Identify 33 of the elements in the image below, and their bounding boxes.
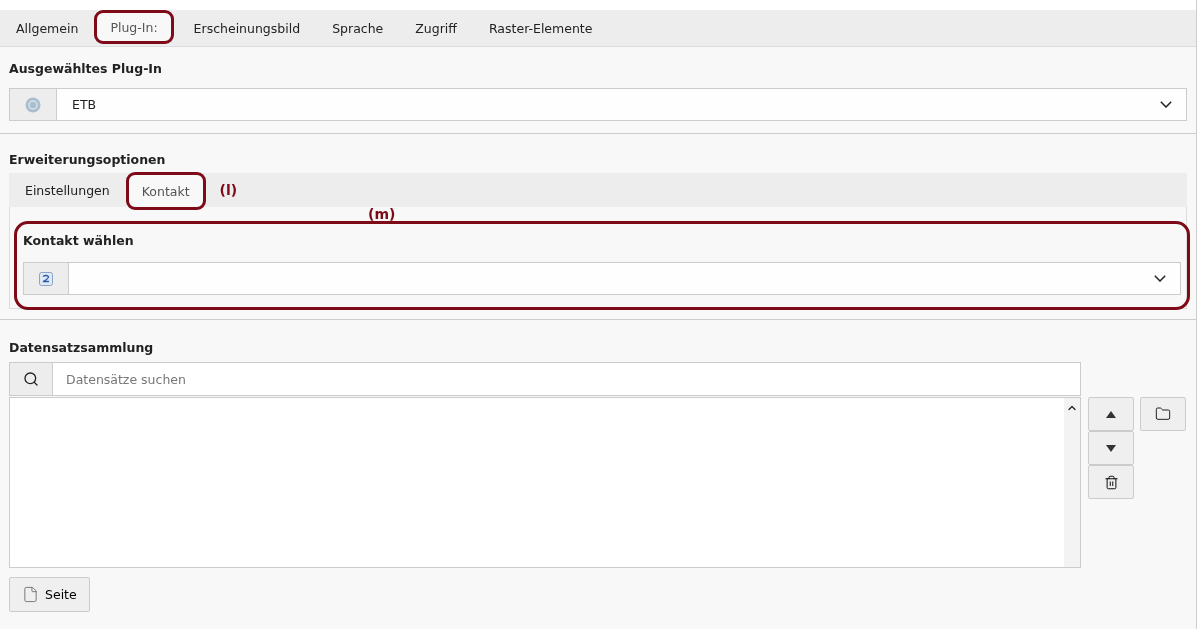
annotation-label: (l) — [219, 182, 238, 198]
search-field[interactable]: Datensätze suchen — [53, 362, 1081, 396]
record-icon — [39, 271, 53, 286]
move-up-button[interactable] — [1088, 397, 1134, 431]
field-label: Datensatzsammlung — [9, 340, 155, 355]
chevron-down-icon — [1154, 275, 1166, 282]
plugin-select[interactable]: ETB — [9, 88, 1187, 121]
field-label: Ausgewähltes Plug-In — [9, 61, 163, 76]
folder-icon — [1155, 406, 1171, 422]
page-icon — [22, 586, 39, 603]
tab[interactable]: Kontakt — [125, 172, 206, 210]
tab[interactable]: Erscheinungsbild — [177, 10, 317, 46]
tab[interactable]: Zugriff — [399, 10, 473, 46]
move-down-button[interactable] — [1088, 431, 1134, 465]
page-button[interactable]: Seite — [9, 577, 90, 612]
plugin-icon — [25, 96, 41, 113]
select-value: ETB — [71, 96, 98, 114]
triangle-up-icon — [1106, 410, 1116, 418]
search-icon — [23, 371, 39, 387]
tab[interactable]: Plug-In: — [94, 10, 174, 44]
browse-button[interactable] — [1140, 397, 1186, 431]
tab[interactable]: Sprache — [316, 10, 400, 46]
tab[interactable]: Raster-Elemente — [472, 10, 609, 46]
field-label: Erweiterungsoptionen — [9, 152, 167, 167]
triangle-down-icon — [1106, 444, 1116, 452]
chevron-down-icon — [1160, 101, 1172, 108]
tab[interactable]: Allgemein — [0, 10, 95, 46]
delete-button[interactable] — [1088, 465, 1134, 499]
trash-icon — [1103, 474, 1119, 490]
field-label: Kontakt wählen — [23, 233, 135, 248]
tab[interactable]: Einstellungen — [9, 173, 126, 207]
scrollbar[interactable] — [1064, 398, 1080, 567]
annotation-label: (m) — [368, 206, 396, 222]
